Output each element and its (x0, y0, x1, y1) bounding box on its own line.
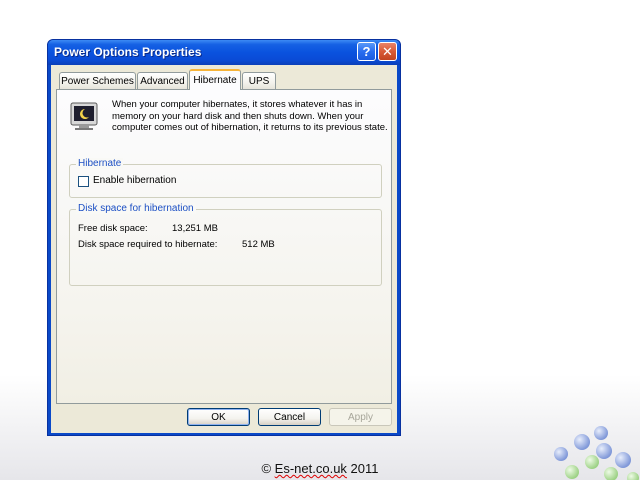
hibernate-group: Hibernate Enable hibernation (69, 158, 382, 198)
cancel-button[interactable]: Cancel (258, 408, 321, 426)
copyright-prefix: © (261, 461, 275, 476)
tab-hibernate[interactable]: Hibernate (189, 69, 241, 90)
disk-space-group: Disk space for hibernation Free disk spa… (69, 203, 382, 286)
copyright-footer: © Es-net.co.uk 2011 (0, 461, 640, 476)
computer-icon (70, 102, 98, 130)
hibernate-tab-panel: When your computer hibernates, it stores… (56, 89, 392, 404)
window-title: Power Options Properties (54, 45, 202, 59)
enable-hibernation-label[interactable]: Enable hibernation (93, 175, 176, 186)
help-button[interactable]: ? (357, 42, 376, 61)
copyright-year: 2011 (346, 461, 379, 476)
close-button[interactable]: ✕ (378, 42, 397, 61)
free-disk-space-value: 13,251 MB (172, 223, 218, 234)
tab-power-schemes[interactable]: Power Schemes (59, 72, 136, 89)
tab-ups[interactable]: UPS (242, 72, 276, 89)
apply-button[interactable]: Apply (329, 408, 392, 426)
power-options-window: Power Options Properties ? ✕ Power Schem… (47, 39, 401, 436)
decorative-dots-logo (554, 426, 639, 480)
required-disk-space-label: Disk space required to hibernate: (78, 239, 218, 250)
disk-space-group-legend: Disk space for hibernation (76, 203, 196, 214)
enable-hibernation-checkbox[interactable] (78, 176, 89, 187)
title-bar[interactable]: Power Options Properties ? ✕ (48, 40, 400, 65)
ok-button[interactable]: OK (187, 408, 250, 426)
tab-advanced[interactable]: Advanced (137, 72, 188, 89)
required-disk-space-value: 512 MB (242, 239, 275, 250)
copyright-site: Es-net.co.uk (274, 461, 347, 476)
hibernate-description: When your computer hibernates, it stores… (112, 99, 388, 133)
free-disk-space-label: Free disk space: (78, 223, 148, 234)
hibernate-group-legend: Hibernate (76, 158, 124, 169)
dialog-body: Power Schemes Advanced Hibernate UPS Whe… (51, 65, 397, 433)
